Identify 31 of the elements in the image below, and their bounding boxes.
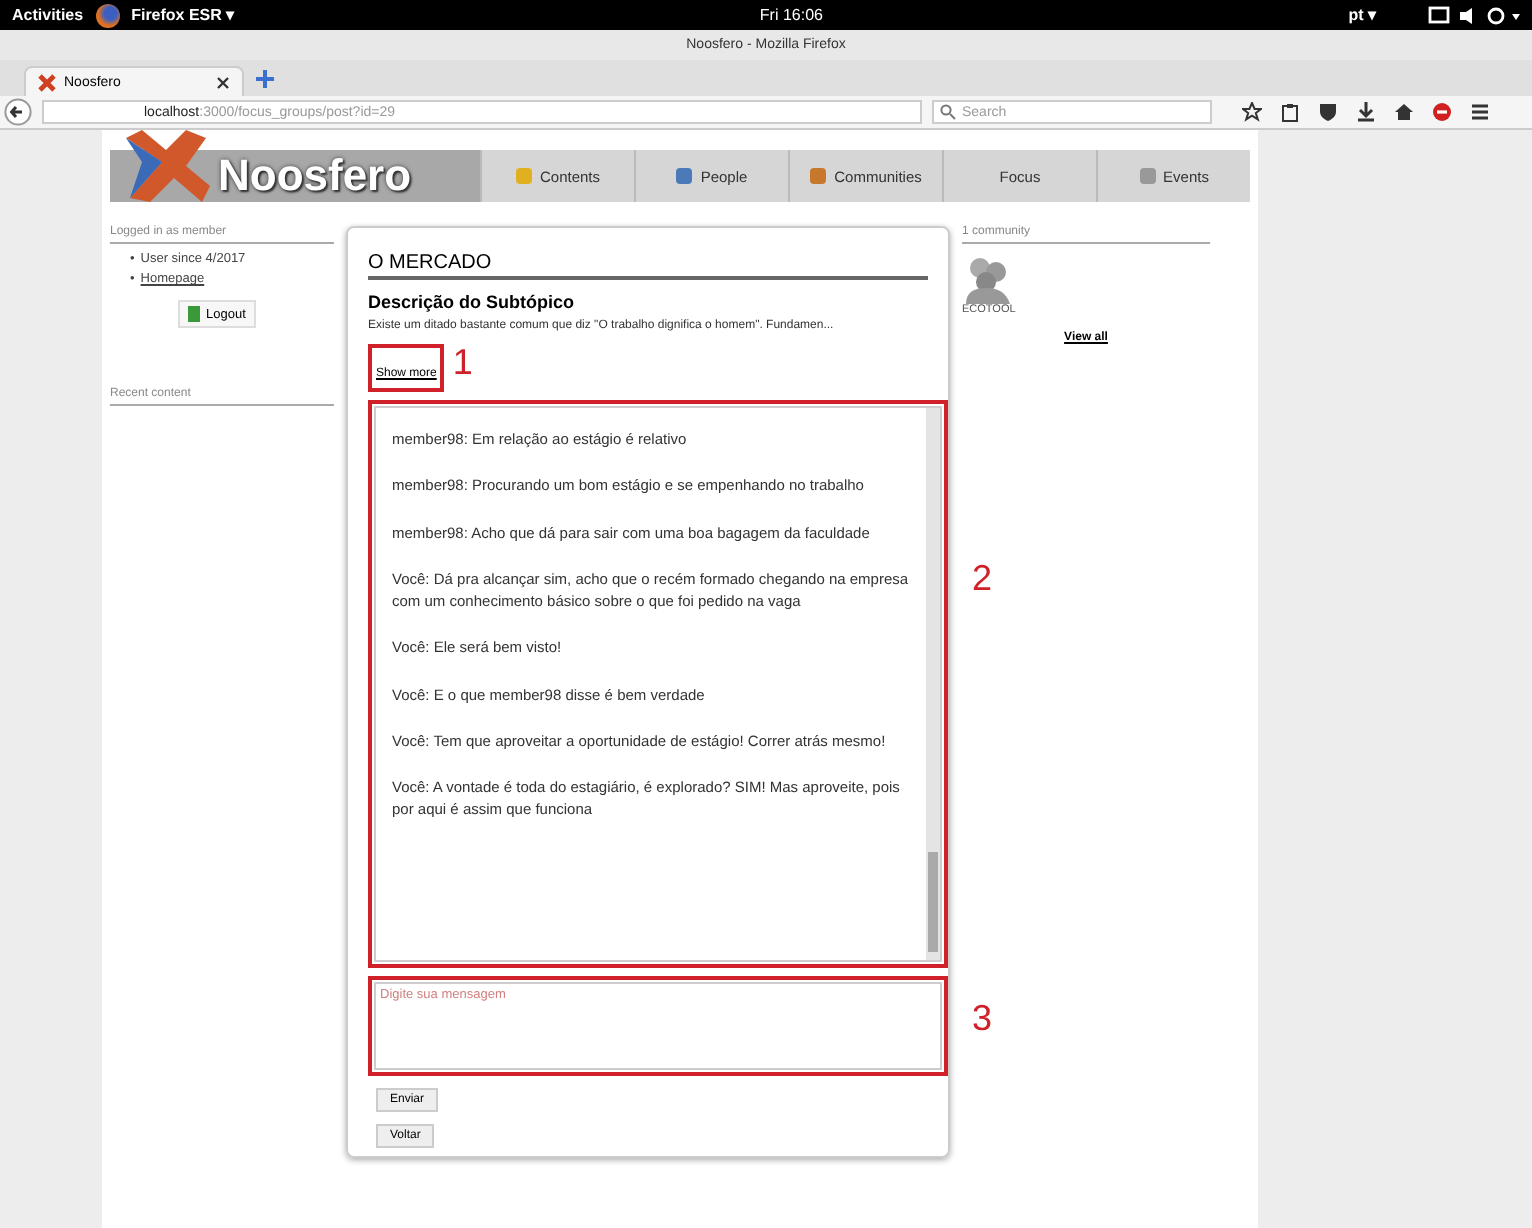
- logo-icon: [122, 130, 210, 206]
- clipboard-icon[interactable]: [1280, 102, 1300, 122]
- new-tab-icon[interactable]: [256, 70, 274, 88]
- x-logo-icon: [38, 73, 56, 91]
- nav-icon: [1139, 168, 1156, 184]
- annotation-number: 1: [452, 344, 473, 380]
- app-menu[interactable]: Firefox ESR ▾: [131, 6, 235, 24]
- search-icon: [940, 104, 956, 120]
- firefox-icon: [95, 3, 120, 27]
- scrollbar[interactable]: [926, 408, 940, 960]
- clock: Fri 16:06: [759, 6, 823, 24]
- annotation-number: 3: [971, 1000, 992, 1036]
- star-icon[interactable]: [1242, 102, 1262, 122]
- activities-button[interactable]: Activities: [12, 6, 84, 24]
- post-title: O MERCADO: [368, 252, 928, 280]
- system-status-icon[interactable]: [1427, 5, 1520, 25]
- stop-icon[interactable]: [1432, 102, 1452, 122]
- annotation-number: 2: [971, 560, 992, 596]
- nav-icon: [515, 168, 532, 184]
- language-menu[interactable]: pt ▾: [1348, 6, 1376, 24]
- back-icon[interactable]: [4, 98, 32, 126]
- people-group-icon: [962, 256, 1014, 304]
- post-subtitle: Descrição do Subtópico: [368, 292, 575, 312]
- download-icon[interactable]: [1356, 102, 1376, 122]
- nav-icon: [676, 168, 693, 184]
- annotation-box: [368, 344, 445, 392]
- home-icon[interactable]: [1394, 102, 1414, 122]
- nav-icon: [810, 168, 827, 184]
- close-icon[interactable]: [216, 75, 230, 89]
- shield-icon[interactable]: [1318, 102, 1338, 122]
- menu-icon[interactable]: [1470, 102, 1490, 122]
